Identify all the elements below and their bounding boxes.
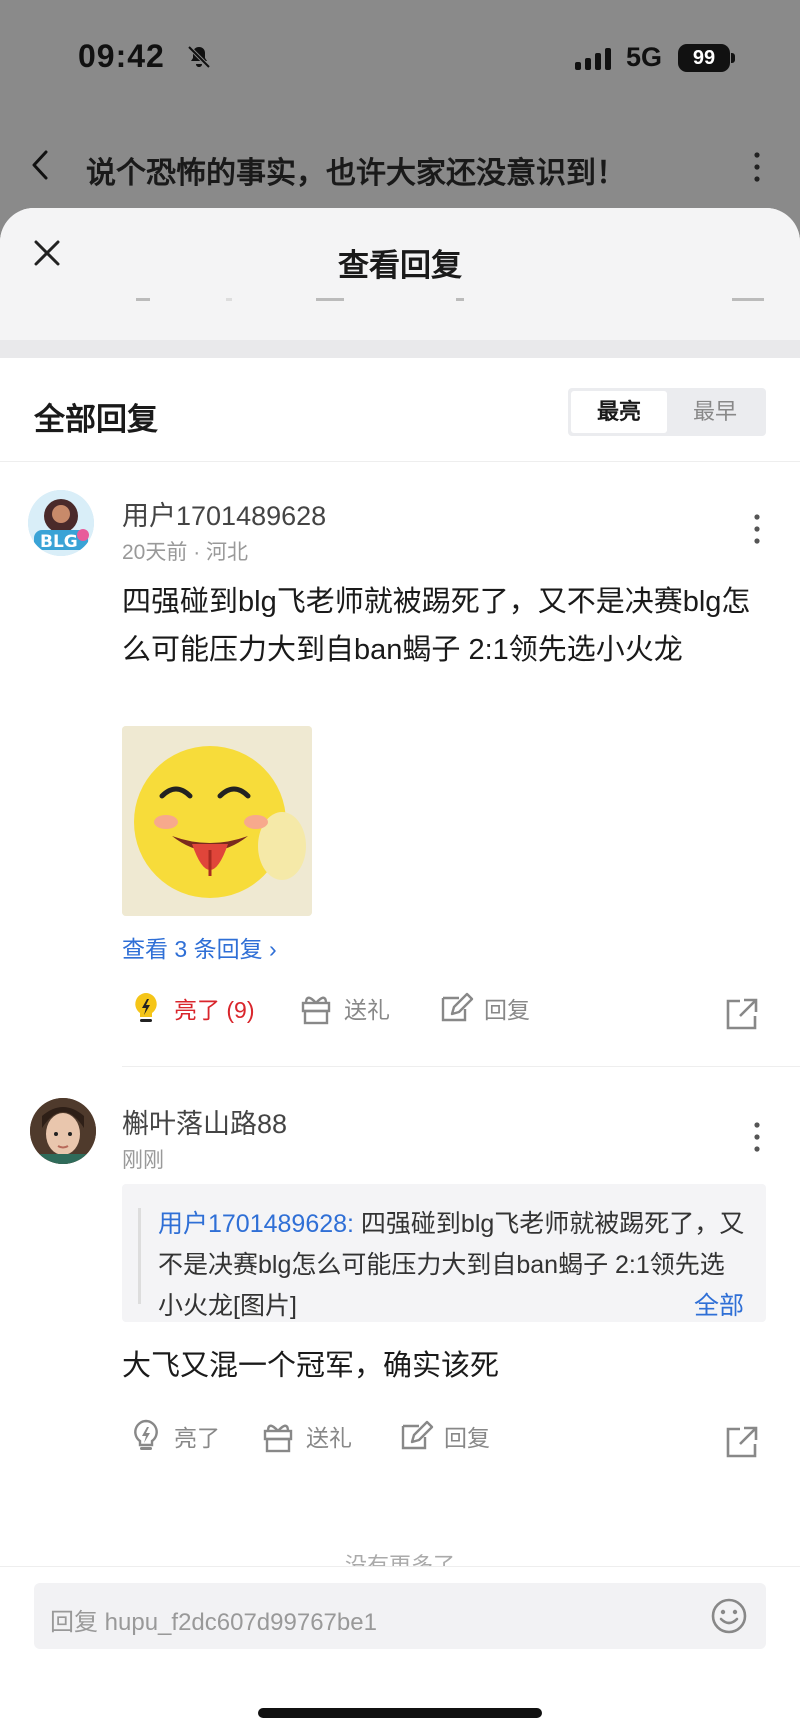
reply-input[interactable]: 回复 hupu_f2dc607d99767be1: [34, 1583, 766, 1649]
sort-option-earliest[interactable]: 最早: [667, 391, 763, 433]
reply-label: 回复: [444, 1425, 490, 1451]
reply-button[interactable]: 回复: [398, 1418, 490, 1454]
reply-meta: 刚刚: [122, 1149, 164, 1172]
ghost-line: [732, 298, 764, 301]
gift-icon: [301, 996, 331, 1025]
battery-cap: [731, 53, 735, 63]
avatar[interactable]: BLG: [28, 490, 94, 556]
quote-username[interactable]: 用户1701489628:: [158, 1210, 354, 1238]
reply-username[interactable]: 用户1701489628: [122, 494, 326, 533]
battery-indicator: 99: [678, 44, 730, 72]
emoji-icon[interactable]: [710, 1597, 748, 1635]
header-divider: [0, 340, 800, 358]
ghost-line: [456, 298, 464, 301]
tongue-emoji-icon: [122, 726, 312, 916]
reply-meta: 20天前 · 河北: [122, 541, 249, 564]
share-icon[interactable]: [724, 996, 760, 1032]
like-button[interactable]: 亮了: [128, 1418, 220, 1454]
share-icon[interactable]: [724, 1424, 760, 1460]
sheet-title: 查看回复: [338, 248, 462, 283]
portrait-avatar-icon: [30, 1098, 96, 1164]
edit-reply-icon: [401, 1420, 434, 1450]
gift-icon: [263, 1424, 293, 1453]
view-replies-link[interactable]: 查看 3 条回复 ›: [122, 930, 277, 964]
back-arrow-icon[interactable]: [28, 148, 52, 182]
cellular-signal-icon: [575, 46, 611, 70]
network-type: 5G: [626, 42, 663, 72]
reply-divider: [122, 1066, 800, 1067]
reply-content: 四强碰到blg飞老师就被踢死了，又不是决赛blg怎么可能压力大到自ban蝎子 2…: [122, 586, 751, 666]
quoted-reply[interactable]: 用户1701489628: 四强碰到blg飞老师就被踢死了，又不是决赛blg怎么…: [122, 1184, 766, 1322]
lightbulb-on-icon: [135, 993, 157, 1022]
quote-bar: [138, 1208, 141, 1304]
more-vertical-icon[interactable]: [752, 512, 762, 546]
like-button[interactable]: 亮了 (9): [128, 990, 255, 1026]
status-time: 09:42: [78, 38, 165, 74]
reply-label: 回复: [484, 997, 530, 1023]
sheet-header: 查看回复: [0, 208, 800, 340]
like-label: 亮了 (9): [174, 997, 255, 1023]
gift-button[interactable]: 送礼: [298, 990, 390, 1026]
ghost-line: [316, 298, 344, 301]
home-indicator[interactable]: [258, 1708, 542, 1718]
background-nav: 说个恐怖的事实，也许大家还没意识到！: [0, 130, 800, 200]
quote-text: 用户1701489628: 四强碰到blg飞老师就被踢死了，又不是决赛blg怎么…: [158, 1204, 748, 1327]
reply-input-placeholder: 回复 hupu_f2dc607d99767be1: [50, 1609, 377, 1636]
svg-text:BLG: BLG: [40, 532, 78, 552]
section-bar: 全部回复 最亮 最早: [0, 358, 800, 462]
emoji-sticker-image[interactable]: [122, 726, 312, 916]
reply-button[interactable]: 回复: [438, 990, 530, 1026]
avatar[interactable]: [30, 1098, 96, 1164]
sort-option-brightest[interactable]: 最亮: [571, 391, 667, 433]
ghost-line: [136, 298, 150, 301]
quote-expand-link[interactable]: 全部: [694, 1286, 744, 1322]
reply-actions: 亮了 (9) 送礼 回复: [122, 990, 772, 1040]
like-label: 亮了: [174, 1425, 220, 1451]
reply-actions: 亮了 送礼 回复: [122, 1418, 772, 1468]
ghost-line: [226, 298, 232, 301]
gift-button[interactable]: 送礼: [260, 1418, 352, 1454]
reply-sheet: 查看回复 全部回复 最亮 最早 BLG 用户1701489628 20天前 · …: [0, 208, 800, 1734]
section-title: 全部回复: [34, 402, 158, 437]
reply-username[interactable]: 槲叶落山路88: [122, 1102, 287, 1141]
bell-off-icon: [187, 45, 211, 69]
more-vertical-icon[interactable]: [752, 1120, 762, 1154]
reply-content: 大飞又混一个冠军，确实该死: [122, 1350, 500, 1382]
gift-label: 送礼: [344, 997, 390, 1023]
sort-toggle: 最亮 最早: [568, 388, 766, 436]
background-page-title: 说个恐怖的事实，也许大家还没意识到！: [86, 157, 626, 190]
status-bar: 09:42 5G 99: [0, 0, 800, 120]
more-vertical-icon[interactable]: [752, 150, 762, 184]
view-replies-label: 查看 3 条回复: [122, 936, 263, 962]
gift-label: 送礼: [306, 1425, 352, 1451]
blg-avatar-icon: BLG: [28, 490, 94, 556]
lightbulb-icon: [134, 1419, 158, 1450]
chevron-right-icon: ›: [268, 936, 277, 962]
edit-reply-icon: [441, 992, 474, 1022]
